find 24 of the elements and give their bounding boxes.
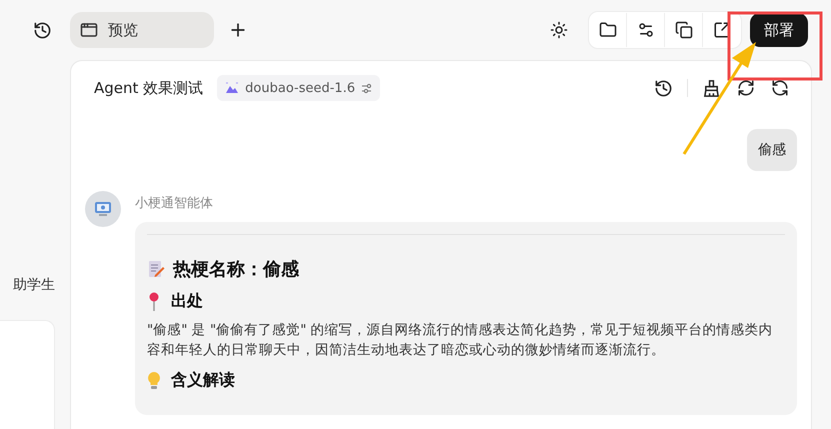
sliders-icon xyxy=(361,82,372,94)
section-paragraph: "偷感" 是 "偷偷有了感觉" 的缩写，源自网络流行的情感表达简化趋势，常见于短视频平台的情感类内容和年轻人的日常聊天中，因简洁生动地表达了暗恋或心动的微妙情绪而逐渐流行。 xyxy=(147,321,774,360)
pin-icon xyxy=(147,292,161,312)
broom-icon[interactable] xyxy=(702,78,721,98)
section-heading: 出处 xyxy=(171,291,203,312)
sun-icon[interactable] xyxy=(550,21,568,39)
lightbulb-icon xyxy=(147,370,161,390)
panel-title: Agent 效果测试 xyxy=(94,78,204,98)
refresh-icon[interactable] xyxy=(771,79,789,97)
window-icon xyxy=(80,21,98,39)
model-selector[interactable]: doubao-seed-1.6 xyxy=(217,75,380,101)
model-icon xyxy=(225,81,240,95)
section-heading: 含义解读 xyxy=(171,370,235,391)
reply-title: 热梗名称：偷感 xyxy=(173,258,299,281)
refresh-icon[interactable] xyxy=(737,79,755,97)
history-icon[interactable] xyxy=(33,20,52,40)
agent-avatar xyxy=(85,191,121,227)
sidebar-text: 助学生 xyxy=(13,276,55,294)
memo-icon xyxy=(147,260,165,278)
preview-tab[interactable]: 预览 xyxy=(70,12,214,48)
user-message: 偷感 xyxy=(747,129,797,171)
deploy-button[interactable]: 部署 xyxy=(750,13,808,47)
agent-name: 小梗通智能体 xyxy=(135,195,214,212)
history-icon[interactable] xyxy=(654,78,673,98)
